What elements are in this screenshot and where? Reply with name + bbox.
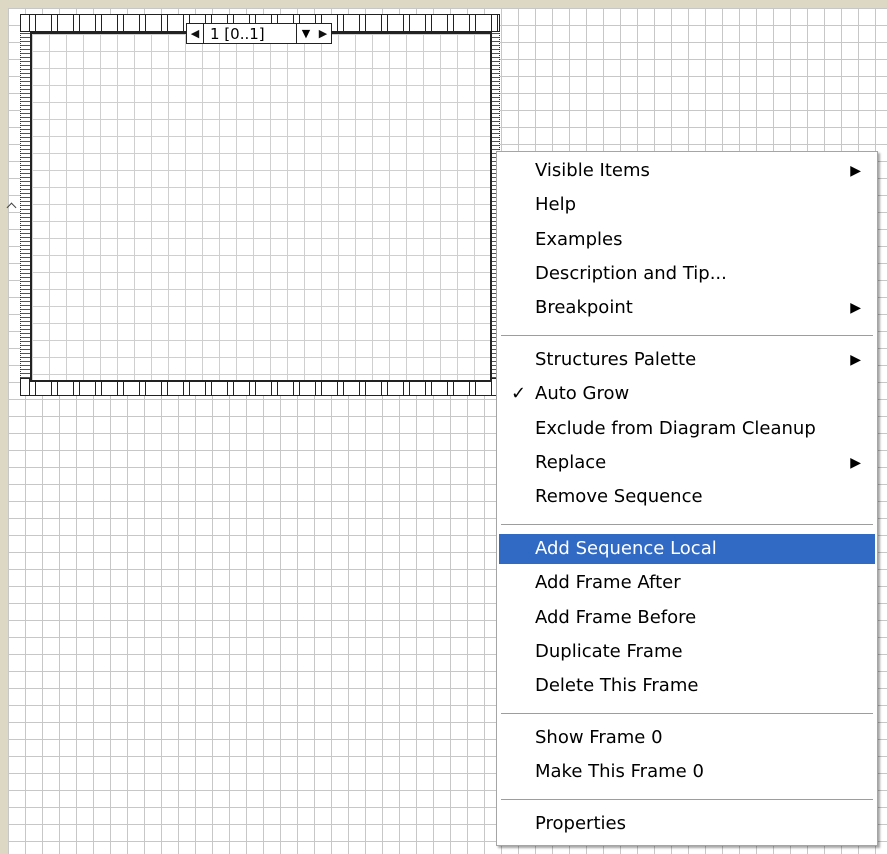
menu-separator — [501, 713, 873, 718]
stacked-sequence-structure[interactable]: ◀ 1 [0..1] ▼ ▶ — [20, 14, 500, 396]
menu-item-make-this-frame-0[interactable]: Make This Frame 0 — [499, 757, 875, 787]
menu-item-examples[interactable]: Examples — [499, 225, 875, 255]
menu-separator — [501, 335, 873, 340]
menu-item-label: Properties — [535, 813, 626, 835]
submenu-arrow-icon: ▶ — [850, 454, 861, 471]
next-frame-arrow-icon[interactable]: ▶ — [315, 24, 331, 43]
menu-item-label: Add Sequence Local — [535, 538, 717, 559]
menu-item-remove-sequence[interactable]: Remove Sequence — [499, 482, 875, 512]
menu-item-label: Replace — [535, 451, 607, 473]
menu-item-label: Breakpoint — [535, 297, 633, 319]
menu-item-label: Duplicate Frame — [535, 640, 683, 662]
submenu-arrow-icon: ▶ — [850, 352, 861, 368]
menu-item-duplicate-frame[interactable]: Duplicate Frame — [499, 637, 875, 667]
menu-item-description-and-tip[interactable]: Description and Tip... — [499, 259, 875, 289]
menu-item-label: Add Frame Before — [535, 606, 697, 628]
menu-item-visible-items[interactable]: Visible Items ▶ — [499, 156, 875, 186]
menu-item-label: Delete This Frame — [535, 675, 699, 697]
menu-item-add-frame-after[interactable]: Add Frame After — [499, 568, 875, 598]
menu-item-label: Auto Grow — [535, 383, 630, 405]
menu-item-exclude-from-diagram-cleanup[interactable]: Exclude from Diagram Cleanup — [499, 414, 875, 444]
menu-item-label: Help — [535, 194, 577, 216]
menu-item-help[interactable]: Help — [499, 190, 875, 220]
menu-separator — [501, 799, 873, 804]
menu-item-label: Visible Items — [535, 160, 650, 181]
wire-marker — [6, 202, 17, 213]
frame-selector[interactable]: ◀ 1 [0..1] ▼ ▶ — [186, 23, 332, 44]
menu-item-add-sequence-local[interactable]: Add Sequence Local — [499, 534, 875, 564]
frame-selector-label: 1 [0..1] — [203, 24, 297, 43]
previous-frame-arrow-icon[interactable]: ◀ — [187, 24, 203, 43]
menu-item-label: Show Frame 0 — [535, 727, 663, 748]
frame-dropdown-icon[interactable]: ▼ — [297, 24, 315, 43]
menu-item-replace[interactable]: Replace ▶ — [499, 448, 875, 478]
menu-item-label: Remove Sequence — [535, 486, 703, 508]
menu-item-label: Description and Tip... — [535, 262, 727, 284]
menu-item-auto-grow[interactable]: ✓ Auto Grow — [499, 379, 875, 409]
submenu-arrow-icon: ▶ — [850, 300, 861, 317]
context-menu: Visible Items ▶ Help Examples Description an… — [496, 151, 878, 846]
menu-item-structures-palette[interactable]: Structures Palette ▶ — [499, 345, 875, 375]
menu-item-show-frame-0[interactable]: Show Frame 0 — [499, 723, 875, 753]
menu-item-properties[interactable]: Properties — [499, 809, 875, 839]
menu-item-delete-this-frame[interactable]: Delete This Frame — [499, 671, 875, 701]
menu-item-add-frame-before[interactable]: Add Frame Before — [499, 603, 875, 633]
menu-item-breakpoint[interactable]: Breakpoint ▶ — [499, 293, 875, 323]
menu-item-label: Examples — [535, 228, 623, 250]
menu-item-label: Make This Frame 0 — [535, 761, 704, 783]
menu-separator — [501, 524, 873, 529]
sequence-frame-area[interactable] — [30, 32, 492, 382]
menu-item-label: Structures Palette — [535, 349, 697, 370]
checkmark-icon: ✓ — [511, 383, 527, 405]
submenu-arrow-icon: ▶ — [850, 163, 861, 179]
menu-item-label: Exclude from Diagram Cleanup — [535, 417, 816, 439]
menu-item-label: Add Frame After — [535, 572, 681, 594]
